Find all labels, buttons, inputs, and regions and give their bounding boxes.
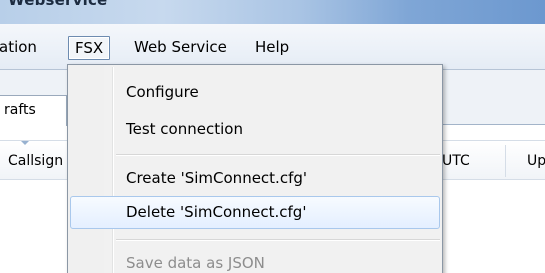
menu-item-delete-simconnect[interactable]: Delete 'SimConnect.cfg' bbox=[70, 196, 440, 229]
menu-navigation[interactable]: ation bbox=[0, 36, 43, 60]
sort-indicator-icon bbox=[21, 141, 29, 145]
column-header-up[interactable]: Up bbox=[527, 153, 545, 177]
fsx-dropdown-menu: Configure Test connection Create 'SimCon… bbox=[67, 64, 443, 273]
menu-separator bbox=[116, 239, 440, 240]
menu-web-service[interactable]: Web Service bbox=[128, 36, 233, 60]
column-header-utc[interactable]: UTC bbox=[442, 153, 470, 177]
menu-item-test-connection[interactable]: Test connection bbox=[70, 113, 440, 146]
window-title: Webservice bbox=[8, 0, 108, 9]
menu-item-create-simconnect[interactable]: Create 'SimConnect.cfg' bbox=[70, 162, 440, 195]
menu-fsx[interactable]: FSX bbox=[68, 36, 111, 60]
title-bar[interactable]: Webservice bbox=[0, 0, 545, 24]
menu-item-save-json: Save data as JSON bbox=[126, 254, 265, 272]
column-header-callsign[interactable]: Callsign bbox=[8, 153, 63, 177]
menu-item-configure[interactable]: Configure bbox=[70, 76, 440, 109]
column-divider[interactable] bbox=[505, 145, 506, 177]
menu-separator bbox=[116, 154, 440, 155]
tab-aircrafts[interactable]: rafts bbox=[0, 95, 67, 126]
app-window: Webservice ation FSX Web Service Help ra… bbox=[0, 0, 545, 273]
menu-help[interactable]: Help bbox=[249, 36, 295, 60]
